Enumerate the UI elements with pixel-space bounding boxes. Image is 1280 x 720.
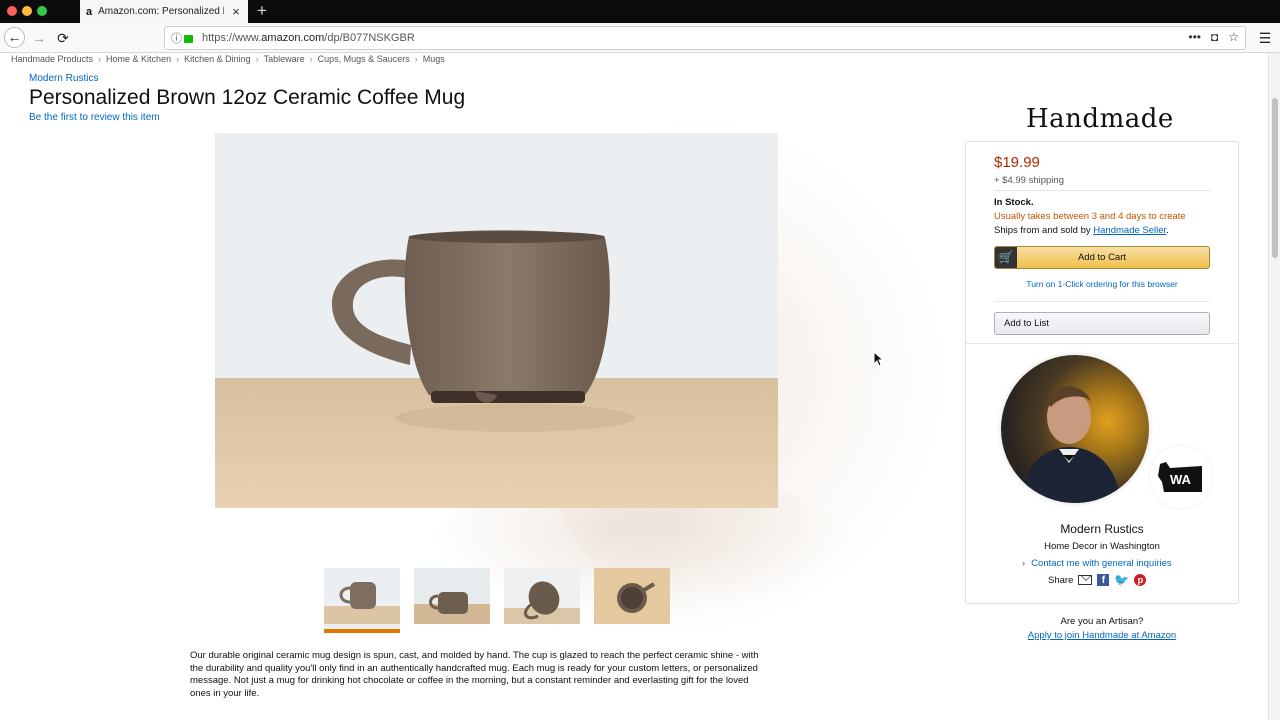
mug-thumbnail [414,568,490,624]
browser-tab-bar: a Amazon.com: Personalized Bro × + [0,0,1280,23]
avatar-photo [1021,386,1121,503]
thumbnail-strip [324,568,670,633]
review-link[interactable]: Be the first to review this item [29,112,160,123]
pocket-icon[interactable]: ◘ [1211,30,1218,44]
url-text[interactable]: https://www.amazon.com/dp/B077NSKGBR [202,32,415,44]
buy-box: $19.99 + $4.99 shipping In Stock. Usuall… [965,141,1239,604]
bookmark-star-icon[interactable]: ☆ [1228,30,1239,44]
forward-icon[interactable]: → [28,27,50,49]
lead-time: Usually takes between 3 and 4 days to cr… [994,211,1186,222]
join-handmade-link[interactable]: Apply to join Handmade at Amazon [965,630,1239,641]
back-icon[interactable]: ← [4,27,25,48]
one-click-link[interactable]: Turn on 1-Click ordering for this browse… [994,279,1210,289]
pinterest-icon[interactable]: p [1134,574,1147,586]
facebook-icon[interactable]: f [1097,574,1110,586]
share-row: Share f 🐦 p [1048,573,1147,587]
twitter-icon[interactable]: 🐦 [1114,573,1129,587]
menu-icon[interactable]: ☰ [1254,27,1276,49]
thumbnail-1[interactable] [324,568,400,633]
mug-thumbnail [324,568,400,624]
thumbnail-4[interactable] [594,568,670,624]
divider [994,301,1210,302]
cart-icon: 🛒 [995,247,1017,268]
browser-nav-bar: ← → ⟳ ⓘ https://www.amazon.com/dp/B077NS… [0,23,1280,53]
thumbnail-3[interactable] [504,568,580,624]
handmade-logo: Handmade [1026,104,1174,134]
new-tab-icon[interactable]: + [253,0,271,23]
email-icon[interactable] [1078,575,1093,585]
breadcrumb-item[interactable]: Cups, Mugs & Saucers [318,54,410,64]
tab-title: Amazon.com: Personalized Bro [98,6,224,17]
mug-illustration [215,133,778,508]
add-to-cart-button[interactable]: 🛒 Add to Cart [994,246,1210,269]
thumbnail-2[interactable] [414,568,490,624]
seller-location: Home Decor in Washington [1044,541,1160,552]
mouse-cursor-icon [873,351,885,367]
seller-link[interactable]: Handmade Seller [1093,225,1166,236]
page-scrollbar[interactable] [1268,53,1280,720]
zoom-window-button[interactable] [37,6,47,16]
main-product-image[interactable] [215,133,778,508]
chevron-right-icon: › [1022,558,1026,569]
seller-avatar[interactable] [1001,355,1149,503]
mug-thumbnail [594,568,670,624]
seller-name[interactable]: Modern Rustics [966,522,1238,536]
price: $19.99 [994,154,1040,171]
info-icon[interactable]: ⓘ [171,30,182,46]
stock-status: In Stock. [994,197,1034,208]
lock-icon [184,35,193,43]
close-window-button[interactable] [7,6,17,16]
url-bar[interactable]: ⓘ https://www.amazon.com/dp/B077NSKGBR •… [164,26,1246,50]
add-to-list-button[interactable]: Add to List [994,312,1210,335]
washington-state-icon: WA [1158,462,1202,492]
ships-from: Ships from and sold by Handmade Seller. [994,225,1169,236]
brand-link[interactable]: Modern Rustics [29,73,98,84]
amazon-favicon-icon: a [86,5,93,18]
svg-text:WA: WA [1170,472,1192,487]
breadcrumb: Handmade Products › Home & Kitchen › Kitch… [11,54,445,64]
breadcrumb-item[interactable]: Home & Kitchen [106,54,171,64]
contact-link[interactable]: › Contact me with general inquiries [1022,558,1172,569]
mug-thumbnail [504,568,580,624]
browser-tab[interactable]: a Amazon.com: Personalized Bro × [80,0,248,23]
breadcrumb-item[interactable]: Handmade Products [11,54,93,64]
artisan-question: Are you an Artisan? [1060,616,1144,627]
minimize-window-button[interactable] [22,6,32,16]
shipping-cost: + $4.99 shipping [994,175,1064,186]
breadcrumb-item[interactable]: Kitchen & Dining [184,54,251,64]
divider [966,343,1238,344]
tab-close-icon[interactable]: × [230,4,242,19]
reload-icon[interactable]: ⟳ [52,27,74,49]
breadcrumb-item[interactable]: Mugs [423,54,445,64]
washington-state-badge: WA [1150,446,1212,508]
product-description: Our durable original ceramic mug design … [190,650,759,699]
page-actions-icon[interactable]: ••• [1188,30,1201,44]
scrollbar-thumb[interactable] [1272,98,1278,258]
divider [994,190,1210,191]
share-label: Share [1048,574,1074,586]
breadcrumb-item[interactable]: Tableware [264,54,305,64]
product-title: Personalized Brown 12oz Ceramic Coffee M… [29,86,466,109]
